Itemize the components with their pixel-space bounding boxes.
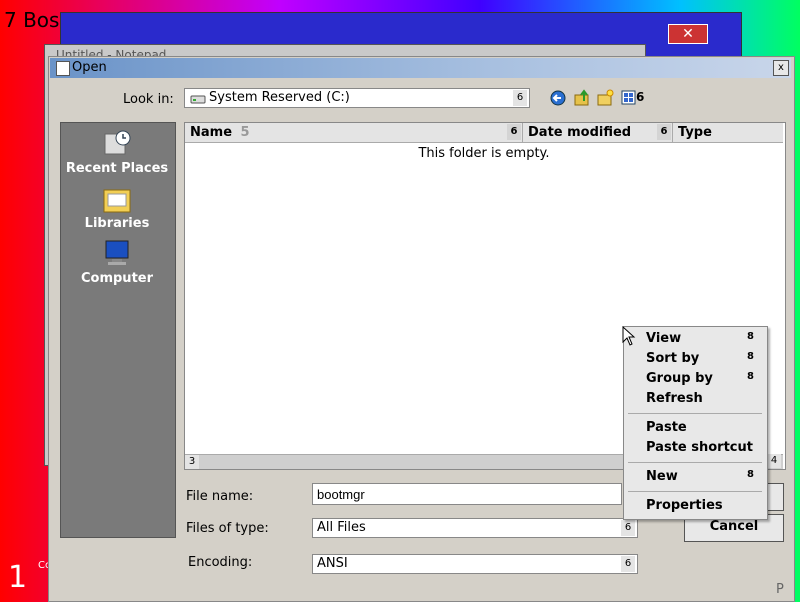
file-name-label: File name: [186, 489, 254, 504]
mouse-cursor-icon [622, 326, 636, 346]
column-date-label: Date modified [528, 125, 632, 140]
submenu-arrow-icon: 8 [747, 351, 754, 362]
column-name-filter-button[interactable]: 6 [507, 124, 521, 140]
desktop-label: 7 Bos [4, 8, 60, 32]
submenu-arrow-icon: 8 [747, 469, 754, 480]
recent-places-icon[interactable] [101, 128, 133, 158]
menu-item-sort-by-label: Sort by [646, 351, 700, 366]
view-menu-icon[interactable] [621, 90, 636, 105]
notepad-icon [56, 61, 70, 76]
encoding-dropdown-button[interactable]: 6 [621, 556, 635, 572]
menu-item-view-label: View [646, 331, 682, 346]
file-name-input[interactable] [312, 483, 622, 505]
dialog-close-button[interactable]: x [773, 60, 789, 76]
encoding-label: Encoding: [188, 555, 253, 570]
look-in-value: System Reserved (C:) [209, 90, 350, 105]
encoding-value: ANSI [317, 556, 348, 571]
menu-separator [628, 491, 762, 492]
dialog-titlebar[interactable] [50, 58, 791, 78]
taskbar-number: 1 [8, 560, 28, 595]
context-menu: View 8 Sort by 8 Group by 8 Refresh Past… [623, 326, 768, 520]
file-list-header: Name 5 6 Date modified 6 Type [185, 123, 783, 143]
files-of-type-select[interactable]: All Files 6 [312, 518, 638, 538]
menu-item-new[interactable]: New 8 [646, 469, 764, 484]
scroll-left-button[interactable]: 3 [185, 455, 199, 469]
dialog-title: Open [72, 60, 107, 75]
up-folder-icon[interactable] [574, 89, 590, 106]
place-computer[interactable]: Computer [60, 271, 174, 286]
menu-separator [628, 413, 762, 414]
drive-icon [190, 95, 206, 104]
column-date-header[interactable]: Date modified 6 [523, 123, 673, 142]
look-in-dropdown-button[interactable]: 6 [513, 90, 527, 106]
menu-item-refresh[interactable]: Refresh [646, 391, 764, 406]
libraries-icon[interactable] [101, 184, 133, 214]
new-folder-icon[interactable] [597, 89, 614, 106]
menu-item-view[interactable]: View 8 [646, 331, 764, 346]
submenu-arrow-icon: 8 [747, 371, 754, 382]
computer-icon[interactable] [101, 238, 133, 268]
empty-folder-message: This folder is empty. [418, 146, 550, 161]
back-icon[interactable] [550, 90, 566, 106]
menu-item-properties[interactable]: Properties [646, 498, 764, 513]
menu-item-paste[interactable]: Paste [646, 420, 764, 435]
menu-item-new-label: New [646, 469, 678, 484]
background-window-close-button[interactable]: ✕ [668, 24, 708, 44]
submenu-arrow-icon: 8 [747, 331, 754, 342]
encoding-select[interactable]: ANSI 6 [312, 554, 638, 574]
column-name-header[interactable]: Name 5 6 [185, 123, 523, 142]
menu-item-sort-by[interactable]: Sort by 8 [646, 351, 764, 366]
column-name-label: Name [190, 125, 233, 140]
size-grip-icon[interactable]: P [776, 582, 784, 597]
files-of-type-value: All Files [317, 520, 366, 535]
menu-item-group-by-label: Group by [646, 371, 713, 386]
menu-separator [628, 462, 762, 463]
sort-indicator-icon: 5 [240, 125, 250, 140]
view-menu-dropdown[interactable]: 6 [636, 90, 644, 104]
menu-item-group-by[interactable]: Group by 8 [646, 371, 764, 386]
column-type-label: Type [678, 125, 712, 140]
place-libraries[interactable]: Libraries [60, 216, 174, 231]
scroll-right-button[interactable]: 4 [767, 454, 781, 468]
files-of-type-label: Files of type: [186, 521, 269, 536]
files-of-type-dropdown-button[interactable]: 6 [621, 520, 635, 536]
column-type-header[interactable]: Type [673, 123, 783, 142]
menu-item-paste-shortcut[interactable]: Paste shortcut [646, 440, 764, 455]
look-in-select[interactable]: System Reserved (C:) 6 [184, 88, 530, 108]
look-in-label: Look in: [123, 92, 174, 107]
column-date-filter-button[interactable]: 6 [657, 124, 671, 140]
place-recent-places[interactable]: Recent Places [60, 161, 174, 176]
